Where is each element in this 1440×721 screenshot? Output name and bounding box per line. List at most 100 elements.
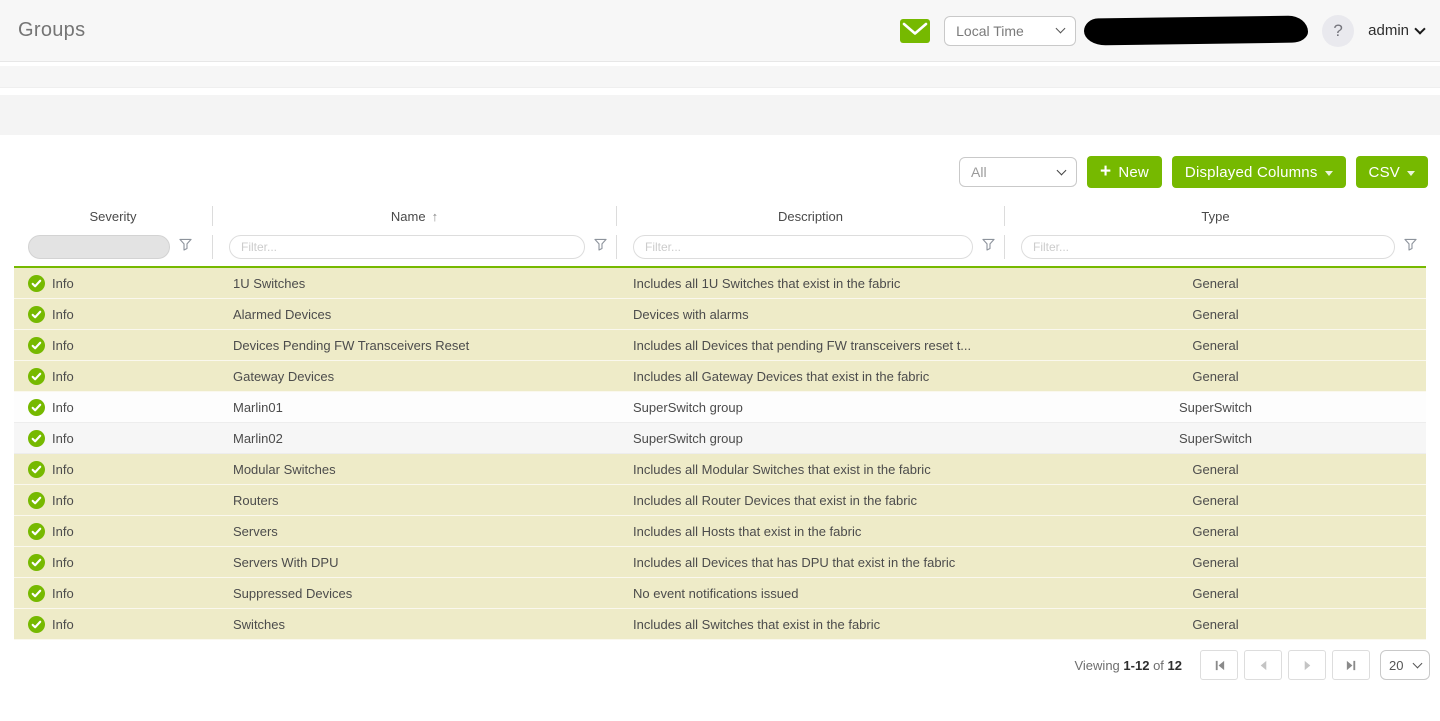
description-filter-input[interactable] — [633, 235, 973, 259]
name-cell: 1U Switches — [213, 276, 617, 291]
page-title: Groups — [18, 19, 85, 42]
help-icon: ? — [1333, 21, 1342, 41]
type-cell: General — [1005, 493, 1426, 508]
redacted-hostname — [1084, 15, 1308, 45]
table-row[interactable]: Info Suppressed DevicesNo event notificat… — [14, 578, 1426, 609]
chevron-down-icon — [1414, 23, 1425, 34]
next-page-button[interactable] — [1288, 650, 1326, 680]
severity-cell: Info — [14, 368, 213, 385]
viewing-summary: Viewing 1-12 of 12 — [1074, 658, 1182, 673]
column-header-description[interactable]: Description — [617, 206, 1005, 226]
chevron-down-icon — [1413, 658, 1423, 668]
pagination-bar: Viewing 1-12 of 12 20 — [0, 650, 1440, 680]
severity-cell: Info — [14, 275, 213, 292]
table-row[interactable]: InfoServersIncludes all Hosts that exist… — [14, 516, 1426, 547]
description-cell: SuperSwitch group — [617, 400, 1005, 415]
column-header-name[interactable]: Name ↑ — [213, 206, 617, 226]
name-cell: Servers — [213, 524, 617, 539]
table-row[interactable]: InfoDevices Pending FW Transceivers Rese… — [14, 330, 1426, 361]
severity-filter-cell — [14, 235, 213, 259]
description-cell: Includes all Devices that has DPU that e… — [617, 555, 1005, 570]
column-header-label: Type — [1201, 209, 1229, 224]
name-cell: Marlin02 — [213, 431, 617, 446]
severity-cell: Info — [14, 554, 213, 571]
description-filter-cell — [617, 235, 1005, 259]
user-menu-label: admin — [1368, 22, 1409, 39]
severity-cell: Info — [14, 585, 213, 602]
severity-label: Info — [52, 307, 74, 322]
breadcrumb-band — [0, 95, 1440, 135]
filter-funnel-icon[interactable] — [594, 238, 607, 256]
table-row[interactable]: Info Alarmed DevicesDevices with alarmsGe… — [14, 299, 1426, 330]
page-size-value: 20 — [1389, 658, 1403, 673]
first-page-button[interactable] — [1200, 650, 1238, 680]
severity-ok-icon — [28, 337, 45, 354]
description-cell: Devices with alarms — [617, 307, 1005, 322]
prev-page-button[interactable] — [1244, 650, 1282, 680]
table-header-row: Severity Name ↑ Description Type — [14, 200, 1426, 232]
table-row[interactable]: InfoRoutersIncludes all Router Devices t… — [14, 485, 1426, 516]
displayed-columns-label: Displayed Columns — [1185, 164, 1318, 181]
table-row[interactable]: InfoSwitchesIncludes all Switches that e… — [14, 609, 1426, 640]
type-cell: SuperSwitch — [1005, 400, 1426, 415]
chevron-down-icon — [1057, 165, 1067, 175]
help-button[interactable]: ? — [1322, 15, 1354, 47]
column-header-type[interactable]: Type — [1005, 206, 1426, 226]
displayed-columns-button[interactable]: Displayed Columns — [1172, 156, 1346, 188]
filter-funnel-icon[interactable] — [179, 238, 192, 256]
severity-label: Info — [52, 555, 74, 570]
mail-icon[interactable] — [900, 19, 930, 43]
scope-select[interactable]: All — [959, 157, 1077, 187]
type-cell: General — [1005, 524, 1426, 539]
severity-ok-icon — [28, 585, 45, 602]
filter-funnel-icon[interactable] — [1404, 238, 1417, 256]
caret-down-icon — [1325, 171, 1333, 176]
page-size-select[interactable]: 20 — [1380, 650, 1430, 680]
csv-button[interactable]: CSV — [1356, 156, 1428, 188]
table-row[interactable]: InfoMarlin02SuperSwitch groupSuperSwitch — [14, 423, 1426, 454]
timezone-select[interactable]: Local Time — [944, 16, 1076, 46]
table-row[interactable]: Info1U SwitchesIncludes all 1U Switches … — [14, 268, 1426, 299]
filter-funnel-icon[interactable] — [982, 238, 995, 256]
new-button[interactable]: + New — [1087, 156, 1162, 188]
severity-label: Info — [52, 586, 74, 601]
severity-ok-icon — [28, 399, 45, 416]
table-row[interactable]: InfoModular SwitchesIncludes all Modular… — [14, 454, 1426, 485]
name-cell: Suppressed Devices — [213, 586, 617, 601]
table-row[interactable]: Info Servers With DPUIncludes all Devices… — [14, 547, 1426, 578]
severity-label: Info — [52, 524, 74, 539]
last-page-button[interactable] — [1332, 650, 1370, 680]
user-menu[interactable]: admin — [1368, 22, 1424, 39]
name-cell: Modular Switches — [213, 462, 617, 477]
viewing-total: 12 — [1168, 658, 1182, 673]
description-cell: Includes all Modular Switches that exist… — [617, 462, 1005, 477]
sort-asc-icon: ↑ — [432, 209, 439, 224]
severity-filter-input — [28, 235, 170, 259]
severity-label: Info — [52, 617, 74, 632]
severity-label: Info — [52, 493, 74, 508]
type-cell: General — [1005, 307, 1426, 322]
type-cell: General — [1005, 338, 1426, 353]
filter-row — [14, 232, 1426, 262]
type-filter-input[interactable] — [1021, 235, 1395, 259]
severity-cell: Info — [14, 523, 213, 540]
type-cell: General — [1005, 276, 1426, 291]
prev-page-icon — [1257, 659, 1270, 672]
name-filter-input[interactable] — [229, 235, 585, 259]
viewing-prefix: Viewing — [1074, 658, 1119, 673]
severity-label: Info — [52, 276, 74, 291]
table-row[interactable]: InfoGateway DevicesIncludes all Gateway … — [14, 361, 1426, 392]
table-row[interactable]: InfoMarlin01SuperSwitch groupSuperSwitch — [14, 392, 1426, 423]
severity-ok-icon — [28, 306, 45, 323]
column-header-severity[interactable]: Severity — [14, 206, 213, 226]
description-cell: No event notifications issued — [617, 586, 1005, 601]
first-page-icon — [1213, 659, 1226, 672]
severity-ok-icon — [28, 461, 45, 478]
name-cell: Alarmed Devices — [213, 307, 617, 322]
severity-cell: Info — [14, 399, 213, 416]
name-cell: Servers With DPU — [213, 555, 617, 570]
severity-label: Info — [52, 338, 74, 353]
scope-select-value: All — [971, 164, 987, 180]
column-header-label: Name — [391, 209, 426, 224]
name-cell: Switches — [213, 617, 617, 632]
